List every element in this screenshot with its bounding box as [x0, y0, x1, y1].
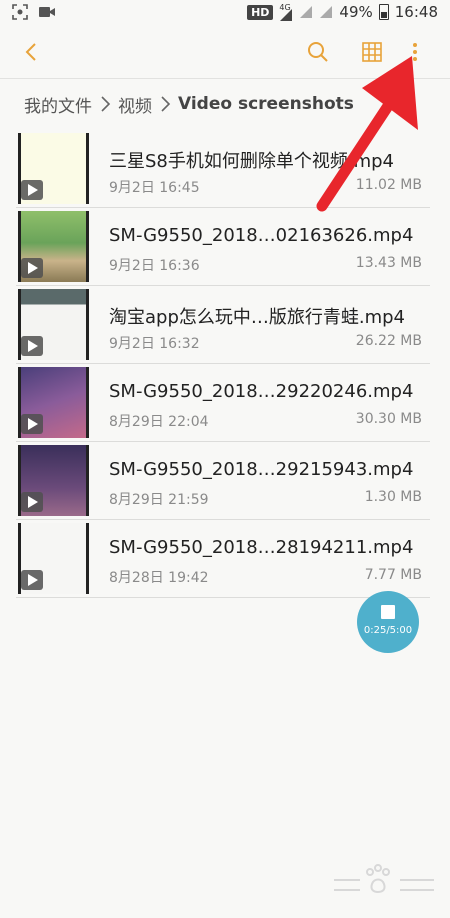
play-icon: [21, 570, 43, 590]
file-size: 30.30 MB: [355, 411, 422, 427]
file-date: 9月2日 16:36: [109, 258, 200, 274]
file-date: 9月2日 16:45: [109, 180, 200, 196]
hd-badge: HD: [247, 4, 274, 20]
list-item[interactable]: SM-G9550_2018…02163626.mp4 9月2日 16:36 13…: [16, 208, 430, 286]
file-size: 7.77 MB: [364, 567, 422, 583]
red-arrow-annotation-icon: [316, 56, 418, 212]
back-button[interactable]: [18, 38, 46, 66]
video-thumbnail: [18, 445, 89, 516]
file-date: 9月2日 16:32: [109, 336, 200, 352]
video-thumbnail: [18, 133, 89, 204]
battery-percent: 49%: [339, 3, 373, 21]
video-thumbnail: [18, 289, 89, 360]
file-name: SM-G9550_2018…29220246.mp4: [109, 381, 414, 402]
stop-icon: [381, 605, 395, 619]
list-item[interactable]: 淘宝app怎么玩中…版旅行青蛙.mp4 9月2日 16:32 26.22 MB: [16, 286, 430, 364]
file-name: SM-G9550_2018…02163626.mp4: [109, 225, 414, 246]
file-size: 13.43 MB: [355, 255, 422, 271]
file-date: 8月29日 21:59: [109, 492, 209, 508]
play-icon: [21, 414, 43, 434]
screenshot-icon: [12, 4, 28, 20]
video-thumbnail: [18, 211, 89, 282]
status-bar: HD 4G 49% 16:48: [0, 0, 450, 26]
video-record-icon: [39, 7, 55, 17]
file-date: 8月29日 22:04: [109, 414, 209, 430]
breadcrumb-videos[interactable]: 视频: [118, 92, 152, 117]
list-item[interactable]: SM-G9550_2018…28194211.mp4 8月28日 19:42 7…: [16, 520, 430, 598]
screen-record-button[interactable]: 0:25/5:00: [357, 591, 419, 653]
play-icon: [21, 258, 43, 278]
signal-strength-2-icon: [320, 6, 333, 18]
list-item[interactable]: SM-G9550_2018…29220246.mp4 8月29日 22:04 3…: [16, 364, 430, 442]
video-thumbnail: [18, 523, 89, 594]
clock: 16:48: [394, 3, 438, 21]
file-name: SM-G9550_2018…29215943.mp4: [109, 459, 414, 480]
play-icon: [21, 180, 43, 200]
baidu-jingyan-watermark-icon: [334, 864, 434, 894]
list-item[interactable]: SM-G9550_2018…29215943.mp4 8月29日 21:59 1…: [16, 442, 430, 520]
breadcrumb-my-files[interactable]: 我的文件: [24, 92, 92, 117]
signal-strength-icon: [300, 6, 313, 18]
chevron-right-icon: [101, 96, 111, 112]
file-size: 1.30 MB: [364, 489, 422, 505]
record-timer: 0:25/5:00: [363, 625, 413, 636]
chevron-right-icon: [161, 96, 171, 112]
play-icon: [21, 336, 43, 356]
play-icon: [21, 492, 43, 512]
file-date: 8月28日 19:42: [109, 570, 209, 586]
video-thumbnail: [18, 367, 89, 438]
mobile-signal-icon: 4G: [279, 3, 293, 21]
file-name: SM-G9550_2018…28194211.mp4: [109, 537, 414, 558]
file-size: 26.22 MB: [355, 333, 422, 349]
file-name: 淘宝app怎么玩中…版旅行青蛙.mp4: [109, 307, 406, 328]
battery-icon: [378, 4, 389, 20]
chevron-left-icon: [25, 43, 36, 61]
